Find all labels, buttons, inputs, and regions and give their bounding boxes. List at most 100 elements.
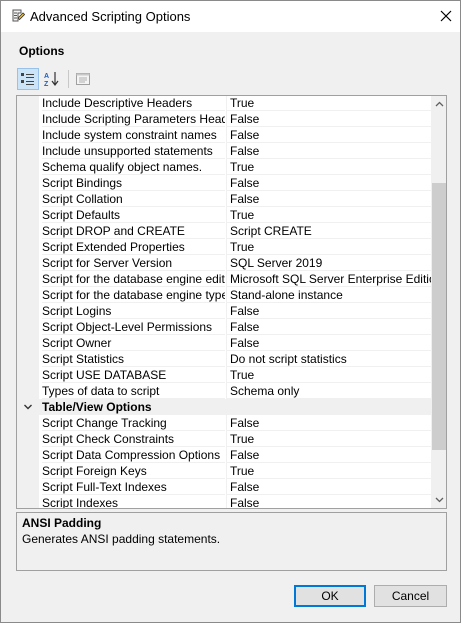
property-name: Script Foreign Keys [42, 463, 225, 479]
property-rows: Include Descriptive Headers True Include S… [17, 96, 431, 508]
property-row[interactable]: Script Logins False [17, 303, 431, 319]
property-row[interactable]: Script Extended Properties True [17, 239, 431, 255]
property-name: Script Data Compression Options [42, 447, 225, 463]
cancel-button[interactable]: Cancel [374, 585, 447, 607]
property-name: Schema qualify object names. [42, 159, 225, 175]
property-pages-button[interactable] [72, 68, 94, 90]
property-row[interactable]: Include system constraint names False [17, 127, 431, 143]
description-panel: ANSI Padding Generates ANSI padding stat… [16, 512, 447, 571]
description-text: Generates ANSI padding statements. [22, 532, 221, 546]
property-row[interactable]: Include Scripting Parameters Header False [17, 111, 431, 127]
property-row[interactable]: Script Full-Text Indexes False [17, 479, 431, 495]
close-button[interactable] [433, 4, 459, 28]
property-name: Types of data to script [42, 383, 225, 399]
chevron-down-icon [435, 497, 443, 503]
close-icon [440, 10, 452, 22]
alphabetical-button[interactable]: A Z [41, 68, 63, 90]
property-row[interactable]: Script for Server Version SQL Server 2019 [17, 255, 431, 271]
chevron-up-icon [435, 101, 443, 107]
description-title: ANSI Padding [22, 516, 102, 530]
property-name: Include unsupported statements [42, 143, 225, 159]
property-row[interactable]: Schema qualify object names. True [17, 159, 431, 175]
property-row[interactable]: Script DROP and CREATE Script CREATE [17, 223, 431, 239]
property-value[interactable]: False [226, 127, 431, 143]
property-value[interactable]: False [226, 111, 431, 127]
property-row[interactable]: Script Statistics Do not script statistic… [17, 351, 431, 367]
property-value[interactable]: False [226, 447, 431, 463]
collapse-chevron-icon[interactable] [23, 402, 33, 412]
alphabetical-sort-icon: A Z [44, 72, 59, 87]
property-value[interactable]: Script CREATE [226, 223, 431, 239]
property-value[interactable]: True [226, 463, 431, 479]
property-value[interactable]: False [226, 191, 431, 207]
property-value[interactable]: True [226, 96, 431, 111]
vertical-scrollbar[interactable] [431, 96, 446, 508]
property-name: Script for Server Version [42, 255, 225, 271]
scroll-up-button[interactable] [431, 96, 446, 112]
property-value[interactable]: True [226, 207, 431, 223]
property-row[interactable]: Script Data Compression Options False [17, 447, 431, 463]
property-row[interactable]: Script Foreign Keys True [17, 463, 431, 479]
window-title: Advanced Scripting Options [30, 9, 191, 24]
property-name: Script Change Tracking [42, 415, 225, 431]
ok-button[interactable]: OK [294, 585, 366, 607]
property-row[interactable]: Script for the database engine edition Mi… [17, 271, 431, 287]
property-name: Include Descriptive Headers [42, 96, 225, 111]
scroll-down-button[interactable] [431, 492, 446, 508]
property-name: Script DROP and CREATE [42, 223, 225, 239]
property-row[interactable]: Script for the database engine type Stand… [17, 287, 431, 303]
property-row[interactable]: Script Collation False [17, 191, 431, 207]
categorized-view-icon [21, 73, 34, 85]
scripting-wizard-icon [9, 8, 26, 24]
property-row[interactable]: Script Owner False [17, 335, 431, 351]
property-row[interactable]: Script Check Constraints True [17, 431, 431, 447]
property-row[interactable]: Script Bindings False [17, 175, 431, 191]
property-name: Script Collation [42, 191, 225, 207]
property-value[interactable]: True [226, 431, 431, 447]
property-name: Script for the database engine edition [42, 272, 225, 287]
property-grid[interactable]: Include Descriptive Headers True Include S… [16, 95, 447, 509]
category-row-table-view-options[interactable]: Table/View Options [17, 399, 431, 415]
property-value[interactable]: Do not script statistics [226, 351, 431, 367]
property-value[interactable]: False [226, 479, 431, 495]
property-pages-icon [76, 73, 90, 85]
svg-text:A: A [44, 73, 49, 80]
property-value[interactable]: Microsoft SQL Server Enterprise Edition [226, 271, 431, 287]
property-value[interactable]: False [226, 175, 431, 191]
property-name: Include Scripting Parameters Header [42, 112, 225, 127]
property-row[interactable]: Script Indexes False [17, 495, 431, 508]
property-value[interactable]: False [226, 495, 431, 508]
property-name: Script Extended Properties [42, 239, 225, 255]
property-row[interactable]: Script Change Tracking False [17, 415, 431, 431]
property-row[interactable]: Include Descriptive Headers True [17, 96, 431, 111]
property-name: Script Full-Text Indexes [42, 479, 225, 495]
property-value[interactable]: True [226, 239, 431, 255]
categorized-button[interactable] [17, 68, 39, 90]
property-name: Script Owner [42, 335, 225, 351]
property-name: Script for the database engine type [42, 288, 225, 303]
property-value[interactable]: True [226, 367, 431, 383]
property-row[interactable]: Include unsupported statements False [17, 143, 431, 159]
scroll-thumb[interactable] [432, 183, 446, 450]
property-name: Script Logins [42, 303, 225, 319]
property-value[interactable]: False [226, 415, 431, 431]
property-value[interactable]: Schema only [226, 383, 431, 399]
property-value[interactable]: False [226, 335, 431, 351]
property-row[interactable]: Script Object-Level Permissions False [17, 319, 431, 335]
property-name: Script Statistics [42, 351, 225, 367]
property-value[interactable]: False [226, 303, 431, 319]
property-value[interactable]: Stand-alone instance [226, 287, 431, 303]
property-value[interactable]: True [226, 159, 431, 175]
property-name: Script Bindings [42, 175, 225, 191]
property-name: Script Check Constraints [42, 431, 225, 447]
property-value[interactable]: False [226, 143, 431, 159]
property-value[interactable]: SQL Server 2019 [226, 255, 431, 271]
toolbar-separator [68, 70, 69, 88]
property-row[interactable]: Script Defaults True [17, 207, 431, 223]
property-value[interactable]: False [226, 319, 431, 335]
property-row[interactable]: Types of data to script Schema only [17, 383, 431, 399]
property-name: Include system constraint names [42, 127, 225, 143]
property-row[interactable]: Script USE DATABASE True [17, 367, 431, 383]
options-heading: Options [19, 44, 65, 58]
title-bar: Advanced Scripting Options [1, 1, 460, 32]
